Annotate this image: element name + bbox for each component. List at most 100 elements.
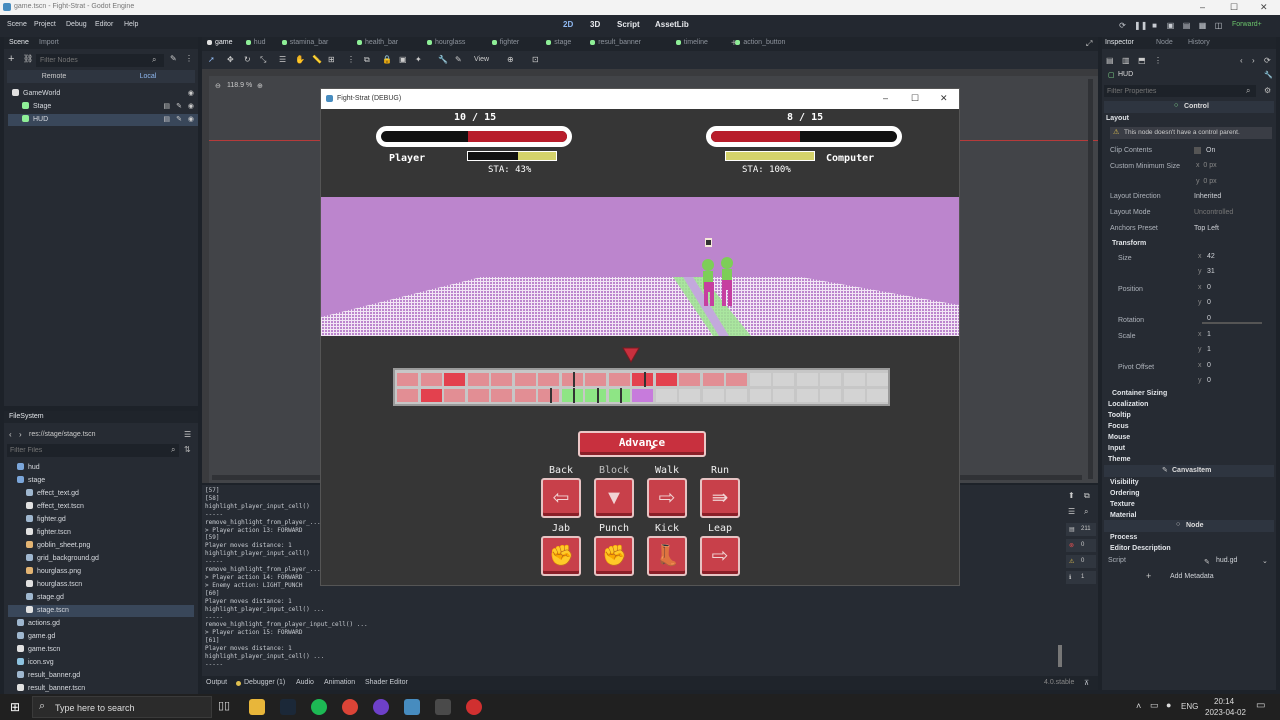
action-button-jab[interactable]: ✊: [541, 536, 581, 576]
close-icon[interactable]: ✕: [940, 93, 948, 104]
file-item[interactable]: effect_text.gd: [8, 488, 194, 500]
movie-icon[interactable]: ◫: [1214, 21, 1223, 30]
search-box[interactable]: ⌕ Type here to search: [32, 696, 212, 718]
action-button-run[interactable]: ⇛: [700, 478, 740, 518]
filter-output-icon[interactable]: ☰: [1068, 507, 1075, 516]
min-size-y[interactable]: y 0 px: [1196, 178, 1217, 185]
mode-2d[interactable]: 2D: [563, 20, 573, 29]
forward-icon[interactable]: ›: [19, 430, 22, 439]
pan-tool-icon[interactable]: ✋: [295, 55, 305, 64]
clock-time[interactable]: 20:14: [1214, 697, 1234, 706]
section-item[interactable]: Ordering: [1110, 490, 1140, 497]
section-item[interactable]: Mouse: [1108, 434, 1130, 441]
script-attached-icon[interactable]: ✎: [176, 114, 182, 126]
transform-x-value[interactable]: 42: [1207, 253, 1215, 260]
minimize-icon[interactable]: –: [883, 93, 888, 103]
section-item[interactable]: Tooltip: [1108, 412, 1131, 419]
doc-tab-timeline[interactable]: timeline: [675, 39, 708, 46]
prop-value[interactable]: Inherited: [1194, 193, 1221, 200]
mode-script[interactable]: Script: [617, 20, 640, 29]
action-button-back[interactable]: ⇦: [541, 478, 581, 518]
counter-errors[interactable]: ⊗ 0: [1066, 539, 1096, 552]
action-button-punch[interactable]: ✊: [594, 536, 634, 576]
tab-history[interactable]: History: [1188, 39, 1210, 46]
select-tool-icon[interactable]: ➚: [208, 55, 215, 64]
container-icon[interactable]: ⊡: [532, 55, 539, 64]
play-scene-icon[interactable]: ▤: [1182, 21, 1191, 30]
transform-x-value[interactable]: 1: [1207, 331, 1211, 338]
instance-icon[interactable]: ▤: [163, 101, 170, 113]
doc-tab-hud[interactable]: hud: [245, 39, 265, 46]
file-item[interactable]: fighter.tscn: [8, 527, 194, 539]
tray-chevron-icon[interactable]: ˄: [1136, 701, 1141, 711]
clock-date[interactable]: 2023-04-02: [1205, 708, 1246, 717]
transform-y-value[interactable]: 0: [1207, 299, 1211, 306]
smart-snap-icon[interactable]: ⧉: [364, 55, 370, 65]
output-scrollbar[interactable]: [1058, 645, 1062, 667]
doc-tab-hourglass[interactable]: hourglass: [427, 39, 465, 46]
instance-icon[interactable]: ▤: [163, 114, 170, 126]
section-item[interactable]: Input: [1108, 445, 1125, 452]
min-size-x[interactable]: x 0 px: [1196, 162, 1217, 169]
mic-icon[interactable]: ●: [1166, 700, 1171, 710]
transform-y-value[interactable]: 1: [1207, 346, 1211, 353]
mode-3d[interactable]: 3D: [590, 20, 600, 29]
file-item[interactable]: game.gd: [8, 631, 194, 643]
maximize-icon[interactable]: ☐: [1230, 2, 1238, 13]
advance-button[interactable]: Advance: [578, 431, 706, 457]
file-item[interactable]: icon.svg: [8, 657, 194, 669]
scene-node-stage[interactable]: Stage ✎ ▤ ◉: [8, 101, 198, 113]
add-metadata-button[interactable]: Add Metadata: [1170, 573, 1214, 580]
layout-toggle-icon[interactable]: ☰: [184, 430, 191, 439]
script-value[interactable]: hud.gd: [1216, 557, 1237, 564]
ruler-tool-icon[interactable]: 📏: [312, 55, 322, 64]
add-tab-icon[interactable]: +: [731, 38, 737, 49]
tab-animation[interactable]: Animation: [324, 679, 355, 686]
counter-warnings[interactable]: ⚠ 0: [1066, 555, 1096, 568]
file-item[interactable]: game.tscn: [8, 644, 194, 656]
wrench-icon[interactable]: 🔧: [438, 55, 448, 64]
tab-filesystem[interactable]: FileSystem: [9, 413, 44, 420]
section-item[interactable]: Localization: [1108, 401, 1148, 408]
menu-scene[interactable]: Scene: [7, 21, 27, 28]
doc-tab-fighter[interactable]: fighter: [491, 39, 519, 46]
section-transform[interactable]: Transform: [1112, 240, 1146, 247]
obs-icon[interactable]: [466, 699, 482, 715]
section-item[interactable]: Texture: [1110, 501, 1135, 508]
file-item[interactable]: effect_text.tscn: [8, 501, 194, 513]
new-resource-icon[interactable]: ▤: [1106, 56, 1114, 65]
tool-icon[interactable]: 🔧: [1264, 71, 1273, 79]
prop-value[interactable]: On: [1206, 147, 1215, 154]
history-back-icon[interactable]: ‹: [1240, 56, 1243, 65]
chrome-icon[interactable]: [342, 699, 358, 715]
history-forward-icon[interactable]: ›: [1252, 56, 1255, 65]
lock-icon[interactable]: 🔒: [382, 55, 392, 64]
view-menu[interactable]: View: [474, 56, 489, 63]
file-item[interactable]: hud: [8, 462, 194, 474]
renderer-select[interactable]: Forward+: [1232, 21, 1262, 28]
anchor-preset-icon[interactable]: ⊕: [507, 55, 514, 64]
section-item[interactable]: Container Sizing: [1112, 390, 1167, 397]
action-button-leap[interactable]: ⇨: [700, 536, 740, 576]
menu-debug[interactable]: Debug: [66, 21, 87, 28]
filter-properties-input[interactable]: [1104, 85, 1256, 97]
prop-value[interactable]: Uncontrolled: [1194, 209, 1233, 216]
link-icon[interactable]: ⛓: [23, 54, 33, 63]
counter-info[interactable]: ℹ1: [1066, 571, 1096, 584]
tab-node[interactable]: Node: [1156, 39, 1173, 46]
search-icon[interactable]: ⌕: [1084, 507, 1088, 517]
path-field[interactable]: res://stage/stage.tscn: [29, 431, 96, 438]
file-item[interactable]: hourglass.png: [8, 566, 194, 578]
zoom-out-icon[interactable]: ⊖: [215, 82, 221, 90]
file-item[interactable]: grid_background.gd: [8, 553, 194, 565]
prop-value[interactable]: Top Left: [1194, 225, 1219, 232]
distraction-free-icon[interactable]: ⤢: [1086, 39, 1092, 49]
script-icon[interactable]: ✎: [170, 54, 177, 63]
doc-tab-result-banner[interactable]: result_banner: [590, 39, 641, 46]
spotify-icon[interactable]: [311, 699, 327, 715]
file-item[interactable]: result_banner.tscn: [8, 683, 194, 694]
clip-contents-checkbox[interactable]: [1194, 147, 1201, 154]
transform-x-value[interactable]: 0: [1207, 362, 1211, 369]
camera-icon[interactable]: ✎: [455, 55, 462, 64]
pause-icon[interactable]: ❚❚: [1134, 21, 1147, 30]
